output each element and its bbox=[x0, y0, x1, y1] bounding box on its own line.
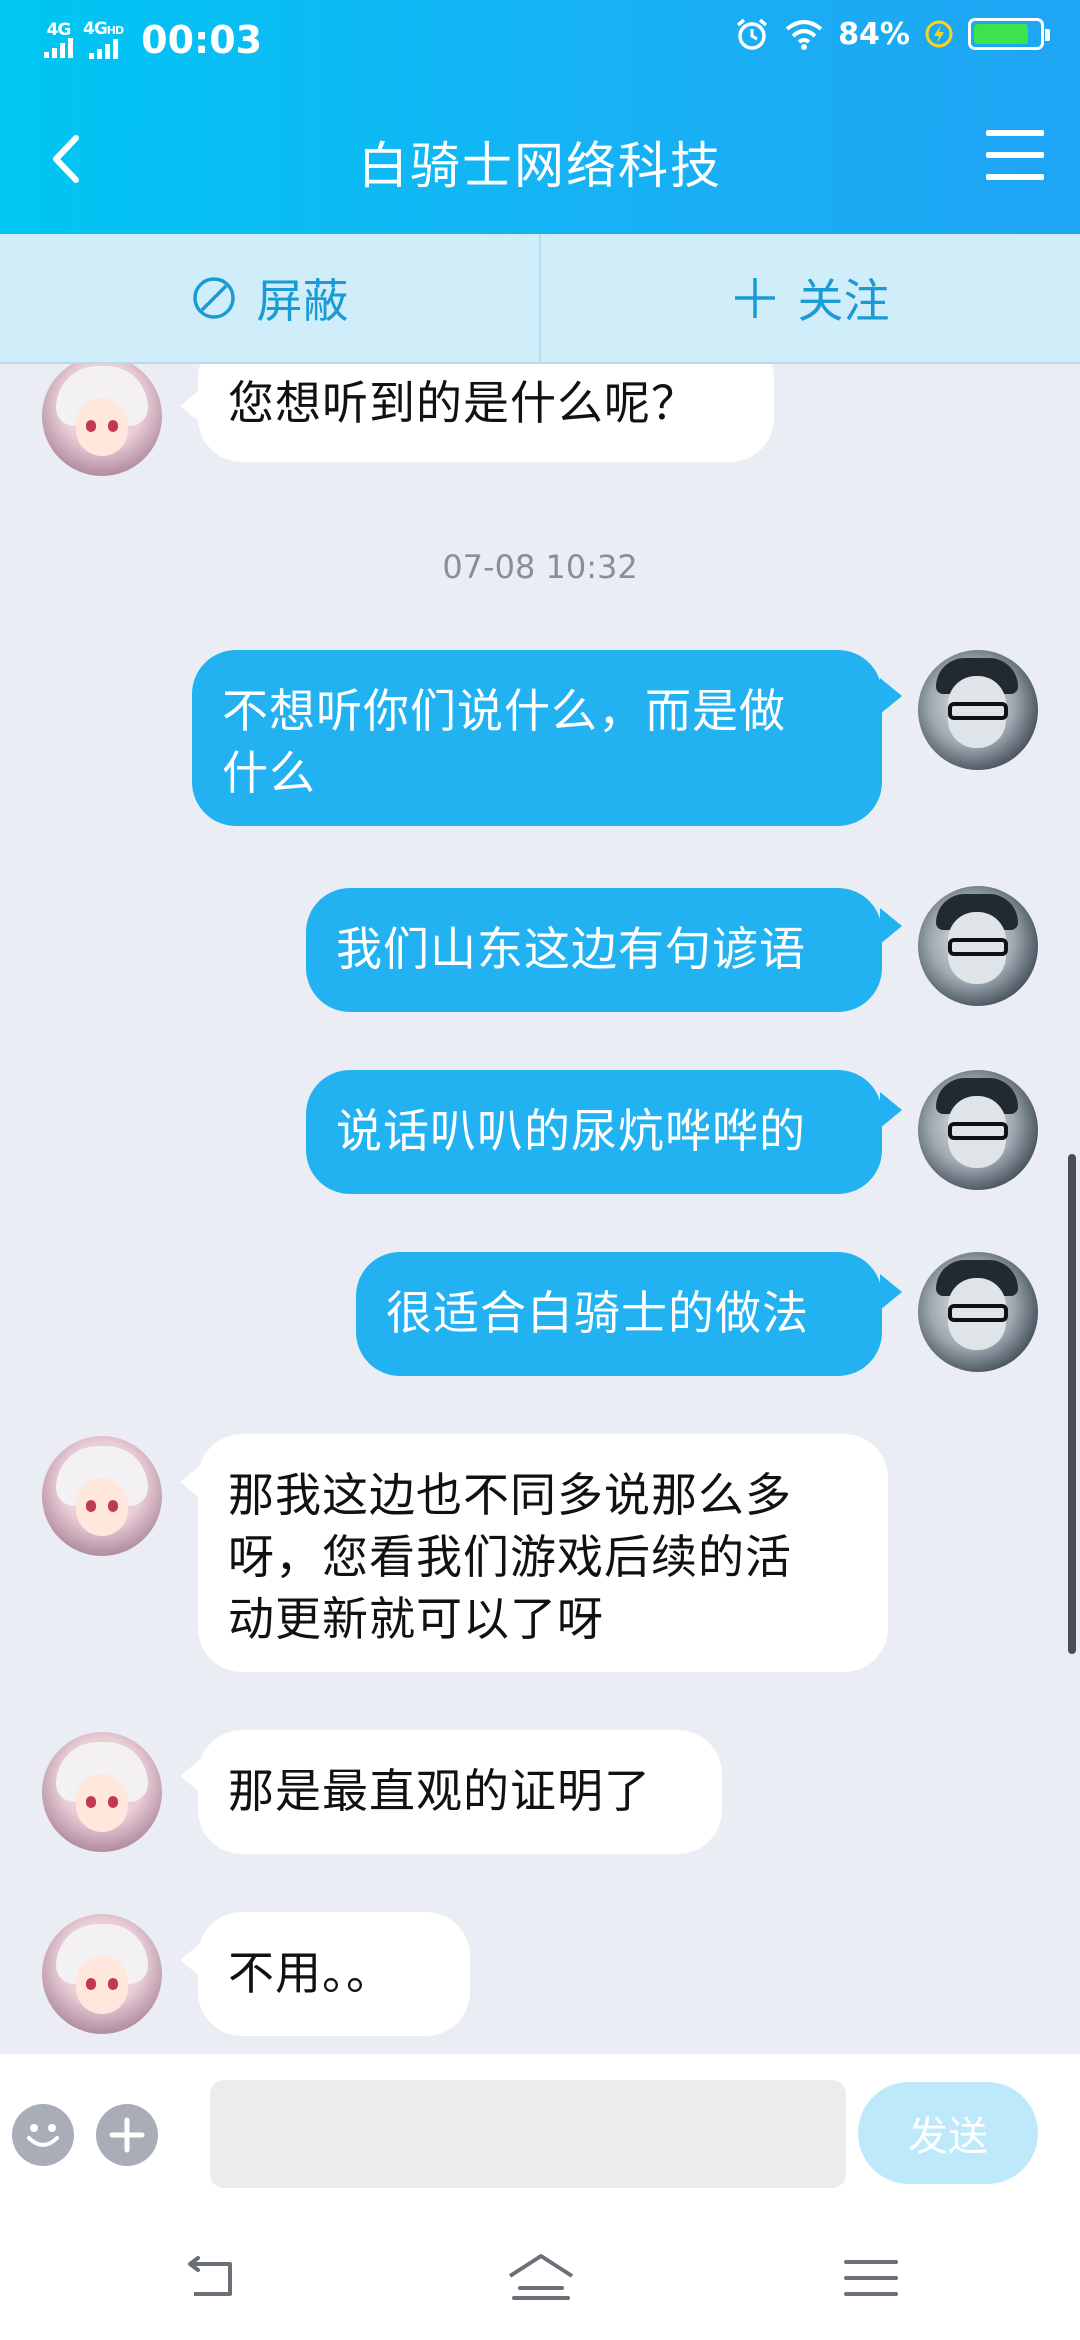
nav-back-button[interactable] bbox=[176, 2250, 246, 2306]
my-avatar[interactable] bbox=[918, 1070, 1038, 1190]
message-bubble-outgoing[interactable]: 不想听你们说什么，而是做 什么 bbox=[192, 650, 882, 826]
bubble-tail bbox=[880, 678, 902, 714]
bubble-tail bbox=[880, 908, 902, 944]
follow-label: 关注 bbox=[797, 274, 890, 328]
message-timestamp: 07-08 10:32 bbox=[442, 548, 638, 586]
block-circle-icon bbox=[192, 277, 235, 319]
nav-home-button[interactable] bbox=[506, 2250, 576, 2306]
chat-scrollbar[interactable] bbox=[1068, 1154, 1076, 1654]
alarm-icon bbox=[737, 18, 768, 50]
signal-bars-icon bbox=[88, 39, 118, 59]
action-bar: 屏蔽 关注 bbox=[0, 234, 1080, 364]
plus-icon bbox=[734, 278, 775, 318]
signal-1-label: 4G bbox=[46, 20, 72, 40]
system-nav-bar bbox=[0, 2214, 1080, 2340]
nav-home-icon bbox=[508, 2254, 574, 2300]
contact-avatar[interactable] bbox=[42, 1732, 162, 1852]
bubble-tail bbox=[880, 1274, 902, 1310]
emoji-button[interactable] bbox=[12, 2104, 74, 2166]
message-bubble-outgoing[interactable]: 说话叭叭的尿炕哗哗的 bbox=[306, 1070, 882, 1194]
message-bubble-outgoing[interactable]: 我们山东这边有句谚语 bbox=[306, 888, 882, 1012]
plus-circle-icon bbox=[109, 2117, 145, 2153]
block-label: 屏蔽 bbox=[256, 274, 349, 328]
signal-2-sup: HD bbox=[106, 24, 124, 37]
message-input[interactable] bbox=[210, 2080, 846, 2188]
follow-button[interactable]: 关注 bbox=[539, 234, 1080, 362]
more-button[interactable] bbox=[96, 2104, 158, 2166]
bubble-tail bbox=[880, 1092, 902, 1128]
charging-icon bbox=[925, 20, 953, 48]
contact-avatar[interactable] bbox=[42, 1914, 162, 2034]
page-title: 白骑士网络科技 bbox=[358, 137, 722, 195]
my-avatar[interactable] bbox=[918, 1252, 1038, 1372]
battery-fill bbox=[974, 24, 1028, 44]
nav-back-icon bbox=[188, 2256, 232, 2296]
signal-1: 4G bbox=[44, 22, 73, 58]
message-bubble-outgoing[interactable]: 很适合白骑士的做法 bbox=[356, 1252, 882, 1376]
message-bubble-incoming[interactable]: 那我这边也不同多说那么多 呀，您看我们游戏后续的活 动更新就可以了呀 bbox=[198, 1434, 888, 1672]
contact-avatar[interactable] bbox=[42, 1436, 162, 1556]
menu-button[interactable] bbox=[986, 130, 1044, 180]
nav-menu-icon bbox=[844, 2260, 898, 2296]
status-time: 00:03 bbox=[141, 18, 263, 62]
send-button[interactable]: 发送 bbox=[858, 2082, 1038, 2184]
app-header: 4G 4GHD 00:03 84% 白骑士网络科技 bbox=[0, 0, 1080, 234]
emoji-icon bbox=[27, 2124, 59, 2147]
signal-bars-icon bbox=[44, 38, 73, 58]
signal-2: 4GHD bbox=[83, 19, 124, 59]
my-avatar[interactable] bbox=[918, 650, 1038, 770]
battery-percent: 84% bbox=[838, 16, 910, 52]
title-bar: 白骑士网络科技 bbox=[0, 100, 1080, 220]
battery-icon bbox=[968, 18, 1050, 50]
signal-2-label: 4G bbox=[83, 19, 108, 39]
block-button[interactable]: 屏蔽 bbox=[0, 234, 539, 362]
message-bubble-incoming[interactable]: 您想听到的是什么呢？ bbox=[198, 364, 774, 462]
nav-menu-button[interactable] bbox=[836, 2250, 906, 2306]
my-avatar[interactable] bbox=[918, 886, 1038, 1006]
status-bar: 4G 4GHD 00:03 84% bbox=[0, 0, 1080, 84]
message-bubble-incoming[interactable]: 不用。。 bbox=[198, 1912, 470, 2036]
input-bar: 发送 bbox=[0, 2054, 1080, 2214]
status-left: 4G 4GHD 00:03 bbox=[44, 18, 262, 62]
contact-avatar[interactable] bbox=[42, 364, 162, 476]
wifi-icon bbox=[785, 20, 823, 50]
status-right: 84% bbox=[734, 16, 1050, 52]
chat-area[interactable]: 您想听到的是什么呢？ 07-08 10:32 不想听你们说什么，而是做 什么 我… bbox=[0, 364, 1080, 2054]
message-bubble-incoming[interactable]: 那是最直观的证明了 bbox=[198, 1730, 722, 1854]
hamburger-menu-icon bbox=[986, 130, 1044, 136]
